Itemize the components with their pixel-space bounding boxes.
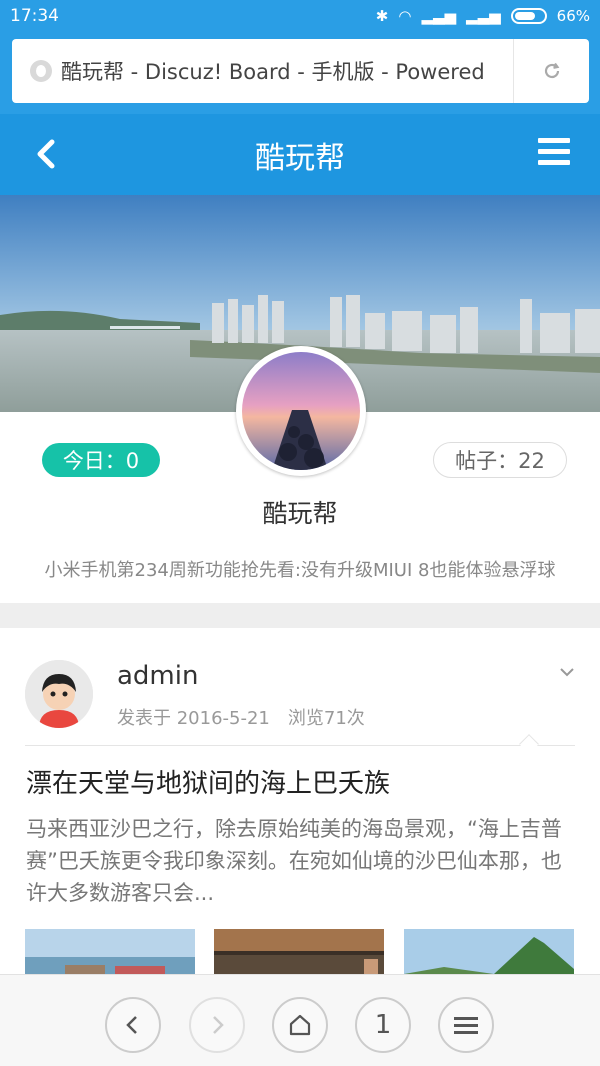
status-icons: ✱ ◠ ▂▃▅ ▂▃▅ 66% — [376, 7, 590, 25]
address-bar[interactable]: 酷玩帮 - Discuz! Board - 手机版 - Powered — [12, 39, 589, 103]
site-icon — [30, 60, 52, 82]
browser-back-button[interactable] — [105, 997, 161, 1053]
post-excerpt[interactable]: 马来西亚沙巴之行，除去原始纯美的海岛景观，“海上吉普赛”巴夭族更令我印象深刻。在… — [26, 813, 576, 909]
section-divider — [0, 603, 600, 628]
home-icon — [289, 1014, 311, 1036]
forum-name: 酷玩帮 — [262, 499, 338, 528]
browser-menu-button[interactable] — [438, 997, 494, 1053]
browser-tabs-button[interactable]: 1 — [355, 997, 411, 1053]
post-title[interactable]: 漂在天堂与地狱间的海上巴夭族 — [26, 763, 390, 800]
today-posts-badge: 今日：0 — [42, 443, 160, 477]
status-time: 17:34 — [10, 6, 59, 26]
post-image-3[interactable] — [404, 929, 574, 974]
post-meta: 发表于 2016-5-21 浏览71次 — [117, 708, 365, 729]
bluetooth-icon: ✱ — [375, 7, 389, 25]
menu-icon[interactable] — [538, 138, 570, 170]
wifi-icon: ◠ — [398, 7, 412, 25]
post-image-1[interactable] — [25, 929, 195, 974]
reload-button[interactable] — [513, 39, 589, 103]
chevron-left-icon — [126, 1016, 137, 1034]
page-title: 酷玩帮 — [255, 140, 345, 176]
total-posts-badge: 帖子：22 — [433, 442, 567, 478]
browser-forward-button[interactable] — [189, 997, 245, 1053]
battery-icon — [510, 8, 547, 24]
forum-avatar — [236, 346, 366, 476]
status-bar: 17:34 ✱ ◠ ▂▃▅ ▂▃▅ 66% — [0, 0, 600, 32]
battery-percent: 66% — [556, 7, 590, 25]
post-image-2[interactable] — [214, 929, 384, 974]
post-divider — [25, 734, 575, 754]
chevron-down-icon[interactable] — [557, 662, 577, 682]
forum-header: 酷玩帮 — [0, 114, 600, 195]
signal-icon: ▂▃▅ — [421, 7, 457, 25]
browser-bottom-bar: 1 — [0, 974, 600, 1066]
author-avatar[interactable] — [25, 660, 93, 728]
chevron-right-icon — [213, 1016, 224, 1034]
browser-home-button[interactable] — [272, 997, 328, 1053]
browser-toolbar: 酷玩帮 - Discuz! Board - 手机版 - Powered — [0, 32, 600, 114]
url-text[interactable]: 酷玩帮 - Discuz! Board - 手机版 - Powered — [61, 56, 513, 86]
reload-icon — [544, 62, 559, 79]
forum-announcement[interactable]: 小米手机第234周新功能抢先看:没有升级MIUI 8也能体验悬浮球 — [0, 556, 600, 582]
back-arrow-icon[interactable] — [30, 136, 66, 172]
signal-icon-2: ▂▃▅ — [466, 7, 501, 25]
tab-count: 1 — [374, 1010, 392, 1040]
menu-icon — [454, 1017, 478, 1034]
post-author[interactable]: admin — [117, 661, 198, 691]
